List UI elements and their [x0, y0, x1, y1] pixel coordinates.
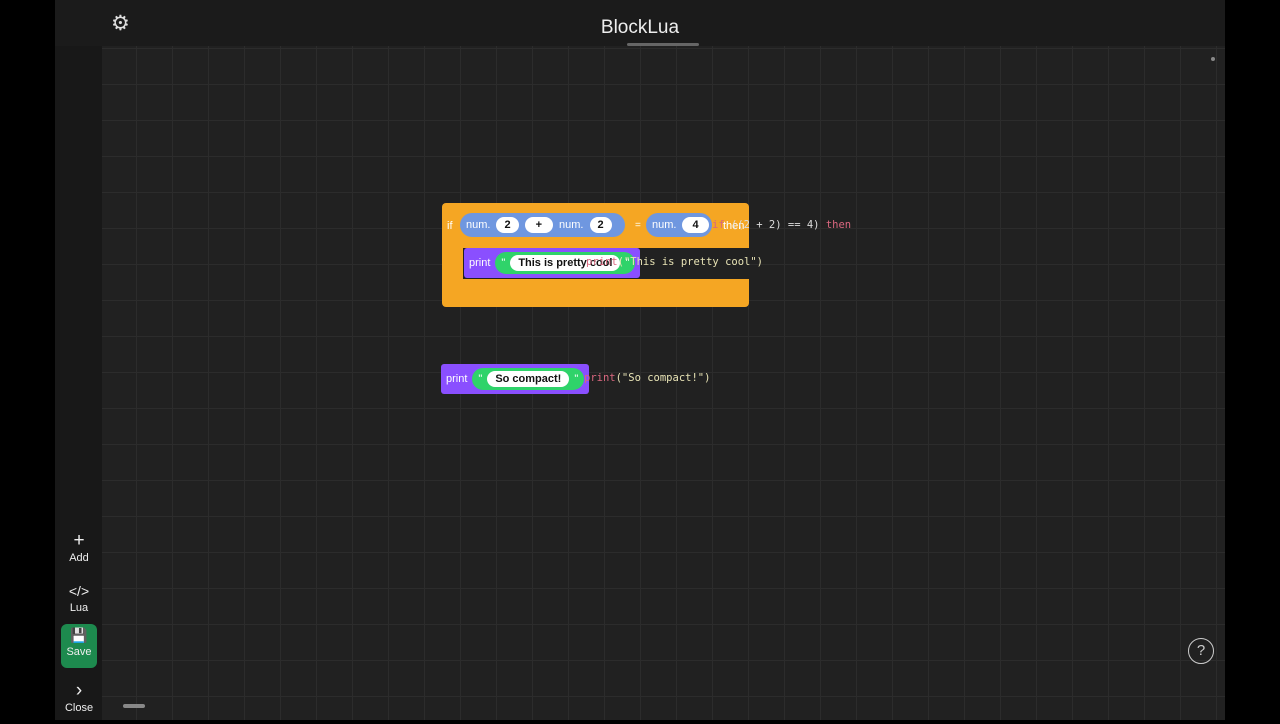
add-button[interactable]: + Add: [61, 530, 97, 574]
add-label: Add: [69, 552, 89, 564]
code-fn: print: [586, 256, 618, 268]
plus-icon: +: [73, 530, 85, 551]
code-args: ("So compact!"): [615, 372, 711, 384]
vertical-scrollbar[interactable]: [1211, 57, 1215, 61]
floppy-disk-icon: 💾: [70, 627, 88, 643]
lua-preview-if: if ((2 + 2) == 4) then: [712, 219, 851, 231]
workspace-canvas[interactable]: if num. 2 + num. 2 = num. 4 then print " Thi…: [102, 46, 1225, 720]
if-block[interactable]: if num. 2 + num. 2 = num. 4 then print " Thi…: [442, 203, 749, 307]
save-button[interactable]: 💾 Save: [61, 624, 97, 668]
quote: ": [501, 257, 506, 269]
lua-label: Lua: [69, 602, 89, 614]
save-label: Save: [66, 646, 92, 658]
lua-preview-print: print("This is pretty cool"): [586, 256, 763, 268]
add-expression[interactable]: num. 2 + num. 2: [460, 213, 625, 237]
operator-dropdown[interactable]: +: [524, 217, 554, 233]
app-window: ⚙ BlockLua + Add </> Lua 💾 Save › Close if n…: [55, 0, 1225, 720]
num-value-c[interactable]: 4: [682, 217, 709, 233]
quote: ": [478, 373, 483, 385]
num-value-a[interactable]: 2: [496, 217, 519, 233]
sidebar: + Add </> Lua 💾 Save › Close: [55, 46, 102, 720]
code-keyword: then: [825, 219, 852, 231]
num-block[interactable]: num. 4: [646, 213, 712, 237]
if-label: if: [447, 220, 453, 232]
horizontal-scrollbar[interactable]: [123, 704, 145, 708]
lua-preview-print: print("So compact!"): [584, 372, 710, 384]
code-fn: print: [584, 372, 616, 384]
num-label: num.: [652, 219, 677, 231]
close-button[interactable]: › Close: [61, 680, 97, 724]
close-label: Close: [64, 702, 94, 714]
top-bar: ⚙ BlockLua: [55, 0, 1225, 46]
num-label: num.: [466, 219, 491, 231]
print-block[interactable]: print " So compact! ": [441, 364, 590, 394]
code-expr: ((2 + 2) == 4): [724, 219, 826, 231]
code-args: ("This is pretty cool"): [617, 256, 764, 268]
print-label: print: [446, 373, 468, 385]
help-button[interactable]: ?: [1188, 638, 1214, 664]
equals-label[interactable]: =: [635, 220, 641, 231]
chevron-right-icon: ›: [75, 680, 83, 701]
quote: ": [574, 373, 579, 385]
page-title: BlockLua: [600, 17, 680, 38]
num-label: num.: [559, 219, 584, 231]
code-icon: </>: [68, 583, 90, 599]
string-block[interactable]: " So compact! ": [472, 368, 585, 390]
code-keyword: if: [712, 219, 725, 231]
num-value-b[interactable]: 2: [589, 217, 612, 233]
lua-button[interactable]: </> Lua: [61, 580, 97, 624]
print-label: print: [469, 257, 491, 269]
string-value[interactable]: So compact!: [487, 371, 570, 387]
